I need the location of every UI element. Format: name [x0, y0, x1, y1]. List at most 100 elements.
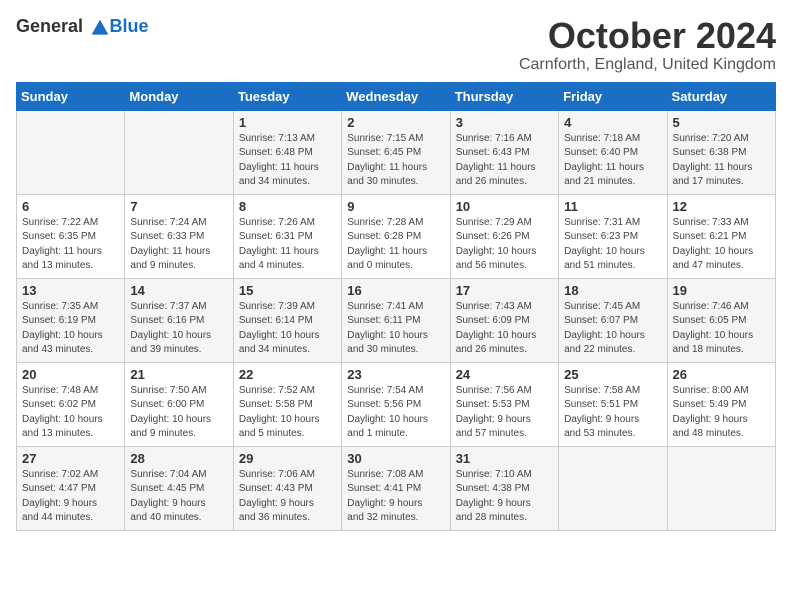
cell-info: Sunrise: 7:39 AM Sunset: 6:14 PM Dayligh… [239, 300, 336, 358]
calendar-cell: 3 Sunrise: 7:16 AM Sunset: 6:43 PM Daylig… [450, 110, 558, 194]
cell-info: Sunrise: 7:43 AM Sunset: 6:09 PM Dayligh… [456, 300, 553, 358]
day-number: 28 [130, 451, 227, 466]
cell-info: Sunrise: 7:08 AM Sunset: 4:41 PM Dayligh… [347, 468, 444, 526]
cell-info: Sunrise: 7:52 AM Sunset: 5:58 PM Dayligh… [239, 384, 336, 442]
cell-info: Sunrise: 7:41 AM Sunset: 6:11 PM Dayligh… [347, 300, 444, 358]
cell-info: Sunrise: 7:45 AM Sunset: 6:07 PM Dayligh… [564, 300, 661, 358]
cell-info: Sunrise: 7:15 AM Sunset: 6:45 PM Dayligh… [347, 132, 444, 190]
cell-info: Sunrise: 7:48 AM Sunset: 6:02 PM Dayligh… [22, 384, 119, 442]
page-header: General Blue October 2024 Carnforth, Eng… [16, 16, 776, 74]
day-number: 31 [456, 451, 553, 466]
calendar-cell: 15 Sunrise: 7:39 AM Sunset: 6:14 PM Dayli… [233, 278, 341, 362]
day-header-sunday: Sunday [17, 82, 125, 110]
cell-info: Sunrise: 7:54 AM Sunset: 5:56 PM Dayligh… [347, 384, 444, 442]
calendar-table: SundayMondayTuesdayWednesdayThursdayFrid… [16, 82, 776, 531]
day-number: 25 [564, 367, 661, 382]
logo: General Blue [16, 16, 149, 38]
calendar-cell: 16 Sunrise: 7:41 AM Sunset: 6:11 PM Dayli… [342, 278, 450, 362]
day-number: 17 [456, 283, 553, 298]
calendar-cell: 31 Sunrise: 7:10 AM Sunset: 4:38 PM Dayli… [450, 446, 558, 530]
logo-general-text: General [16, 16, 83, 36]
cell-info: Sunrise: 7:31 AM Sunset: 6:23 PM Dayligh… [564, 216, 661, 274]
calendar-cell: 5 Sunrise: 7:20 AM Sunset: 6:38 PM Daylig… [667, 110, 775, 194]
day-number: 15 [239, 283, 336, 298]
day-header-tuesday: Tuesday [233, 82, 341, 110]
day-number: 21 [130, 367, 227, 382]
day-header-friday: Friday [559, 82, 667, 110]
day-number: 30 [347, 451, 444, 466]
cell-info: Sunrise: 7:04 AM Sunset: 4:45 PM Dayligh… [130, 468, 227, 526]
calendar-cell: 18 Sunrise: 7:45 AM Sunset: 6:07 PM Dayli… [559, 278, 667, 362]
day-number: 14 [130, 283, 227, 298]
day-number: 5 [673, 115, 770, 130]
calendar-cell: 17 Sunrise: 7:43 AM Sunset: 6:09 PM Dayli… [450, 278, 558, 362]
day-number: 26 [673, 367, 770, 382]
calendar-cell [559, 446, 667, 530]
cell-info: Sunrise: 7:18 AM Sunset: 6:40 PM Dayligh… [564, 132, 661, 190]
calendar-cell: 21Sunrise: 7:50 AM Sunset: 6:00 PM Dayli… [125, 362, 233, 446]
day-number: 2 [347, 115, 444, 130]
day-number: 3 [456, 115, 553, 130]
day-header-saturday: Saturday [667, 82, 775, 110]
day-number: 22 [239, 367, 336, 382]
calendar-cell: 19 Sunrise: 7:46 AM Sunset: 6:05 PM Dayli… [667, 278, 775, 362]
month-title: October 2024 [519, 16, 776, 56]
location-title: Carnforth, England, United Kingdom [519, 56, 776, 74]
day-number: 24 [456, 367, 553, 382]
calendar-week-row: 20 Sunrise: 7:48 AM Sunset: 6:02 PM Dayli… [17, 362, 776, 446]
calendar-week-row: 27 Sunrise: 7:02 AM Sunset: 4:47 PM Dayli… [17, 446, 776, 530]
day-number: 27 [22, 451, 119, 466]
calendar-cell: 23 Sunrise: 7:54 AM Sunset: 5:56 PM Dayli… [342, 362, 450, 446]
calendar-cell: 24 Sunrise: 7:56 AM Sunset: 5:53 PM Dayli… [450, 362, 558, 446]
cell-info: Sunrise: 7:13 AM Sunset: 6:48 PM Dayligh… [239, 132, 336, 190]
day-number: 23 [347, 367, 444, 382]
calendar-cell: 25 Sunrise: 7:58 AM Sunset: 5:51 PM Dayli… [559, 362, 667, 446]
calendar-week-row: 6 Sunrise: 7:22 AM Sunset: 6:35 PM Daylig… [17, 194, 776, 278]
day-number: 6 [22, 199, 119, 214]
calendar-cell: 22 Sunrise: 7:52 AM Sunset: 5:58 PM Dayli… [233, 362, 341, 446]
cell-info: Sunrise: 7:58 AM Sunset: 5:51 PM Dayligh… [564, 384, 661, 442]
calendar-cell: 10Sunrise: 7:29 AM Sunset: 6:26 PM Dayli… [450, 194, 558, 278]
cell-info: Sunrise: 8:00 AM Sunset: 5:49 PM Dayligh… [673, 384, 770, 442]
calendar-cell: 6 Sunrise: 7:22 AM Sunset: 6:35 PM Daylig… [17, 194, 125, 278]
cell-info: Sunrise: 7:56 AM Sunset: 5:53 PM Dayligh… [456, 384, 553, 442]
calendar-cell: 8Sunrise: 7:26 AM Sunset: 6:31 PM Daylig… [233, 194, 341, 278]
calendar-week-row: 13 Sunrise: 7:35 AM Sunset: 6:19 PM Dayli… [17, 278, 776, 362]
cell-info: Sunrise: 7:20 AM Sunset: 6:38 PM Dayligh… [673, 132, 770, 190]
calendar-cell: 14Sunrise: 7:37 AM Sunset: 6:16 PM Dayli… [125, 278, 233, 362]
calendar-cell: 7 Sunrise: 7:24 AM Sunset: 6:33 PM Daylig… [125, 194, 233, 278]
day-number: 19 [673, 283, 770, 298]
day-number: 29 [239, 451, 336, 466]
cell-info: Sunrise: 7:35 AM Sunset: 6:19 PM Dayligh… [22, 300, 119, 358]
calendar-cell: 26 Sunrise: 8:00 AM Sunset: 5:49 PM Dayli… [667, 362, 775, 446]
calendar-cell: 2 Sunrise: 7:15 AM Sunset: 6:45 PM Daylig… [342, 110, 450, 194]
cell-info: Sunrise: 7:26 AM Sunset: 6:31 PM Dayligh… [239, 216, 336, 274]
day-number: 13 [22, 283, 119, 298]
calendar-cell: 28 Sunrise: 7:04 AM Sunset: 4:45 PM Dayli… [125, 446, 233, 530]
calendar-cell [17, 110, 125, 194]
cell-info: Sunrise: 7:16 AM Sunset: 6:43 PM Dayligh… [456, 132, 553, 190]
day-number: 7 [130, 199, 227, 214]
day-number: 20 [22, 367, 119, 382]
cell-info: Sunrise: 7:10 AM Sunset: 4:38 PM Dayligh… [456, 468, 553, 526]
calendar-cell: 29 Sunrise: 7:06 AM Sunset: 4:43 PM Dayli… [233, 446, 341, 530]
calendar-cell [667, 446, 775, 530]
calendar-cell: 1Sunrise: 7:13 AM Sunset: 6:48 PM Daylig… [233, 110, 341, 194]
calendar-header-row: SundayMondayTuesdayWednesdayThursdayFrid… [17, 82, 776, 110]
cell-info: Sunrise: 7:46 AM Sunset: 6:05 PM Dayligh… [673, 300, 770, 358]
day-number: 9 [347, 199, 444, 214]
calendar-cell: 27 Sunrise: 7:02 AM Sunset: 4:47 PM Dayli… [17, 446, 125, 530]
day-header-wednesday: Wednesday [342, 82, 450, 110]
cell-info: Sunrise: 7:22 AM Sunset: 6:35 PM Dayligh… [22, 216, 119, 274]
logo-blue-text: Blue [110, 16, 149, 36]
cell-info: Sunrise: 7:06 AM Sunset: 4:43 PM Dayligh… [239, 468, 336, 526]
day-number: 18 [564, 283, 661, 298]
cell-info: Sunrise: 7:29 AM Sunset: 6:26 PM Dayligh… [456, 216, 553, 274]
cell-info: Sunrise: 7:02 AM Sunset: 4:47 PM Dayligh… [22, 468, 119, 526]
cell-info: Sunrise: 7:24 AM Sunset: 6:33 PM Dayligh… [130, 216, 227, 274]
day-header-monday: Monday [125, 82, 233, 110]
day-header-thursday: Thursday [450, 82, 558, 110]
calendar-cell [125, 110, 233, 194]
day-number: 16 [347, 283, 444, 298]
title-block: October 2024 Carnforth, England, United … [519, 16, 776, 74]
